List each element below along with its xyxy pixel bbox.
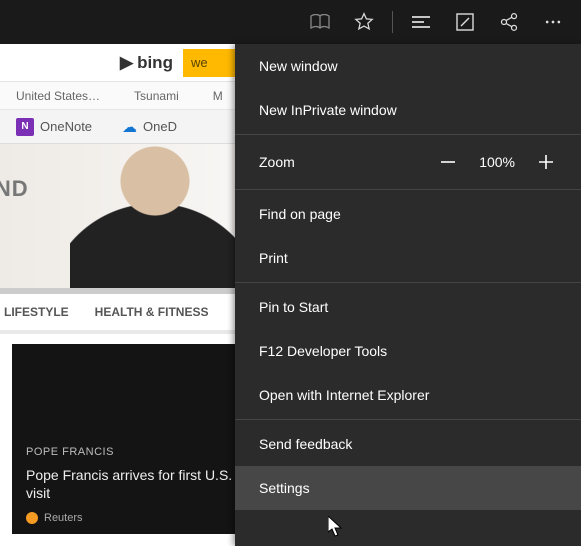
onenote-label: OneNote	[40, 119, 92, 134]
bing-label: bing	[137, 53, 173, 73]
reading-view-icon[interactable]	[300, 2, 340, 42]
hub-icon[interactable]	[401, 2, 441, 42]
hero-image	[70, 144, 240, 294]
zoom-value: 100%	[479, 154, 515, 170]
search-text: we	[191, 55, 208, 70]
favorite-star-icon[interactable]	[344, 2, 384, 42]
category-tab[interactable]: LIFESTYLE	[4, 305, 69, 319]
favorite-onedrive[interactable]: ☁ OneD	[122, 118, 177, 136]
zoom-in-button[interactable]	[535, 151, 557, 173]
browser-toolbar	[0, 0, 581, 44]
menu-zoom: Zoom 100%	[235, 137, 581, 187]
bing-icon: ▶	[120, 53, 133, 73]
menu-separator	[235, 282, 581, 283]
hero-tagline: TY AND	[0, 176, 29, 202]
menu-pin[interactable]: Pin to Start	[235, 285, 581, 329]
toolbar-separator	[392, 11, 393, 33]
source-label: Reuters	[44, 512, 83, 524]
menu-separator	[235, 134, 581, 135]
bing-logo[interactable]: ▶bing	[120, 53, 173, 73]
trending-item[interactable]: Tsunami	[134, 89, 179, 103]
menu-new-window[interactable]: New window	[235, 44, 581, 88]
menu-print[interactable]: Print	[235, 236, 581, 280]
story-source: Reuters	[26, 512, 234, 524]
zoom-label: Zoom	[259, 154, 295, 170]
share-icon[interactable]	[489, 2, 529, 42]
zoom-out-button[interactable]	[437, 151, 459, 173]
trending-item[interactable]: M	[213, 89, 223, 103]
story-kicker: POPE FRANCIS	[26, 446, 234, 458]
menu-new-inprivate[interactable]: New InPrivate window	[235, 88, 581, 132]
onedrive-label: OneD	[143, 119, 177, 134]
menu-devtools[interactable]: F12 Developer Tools	[235, 329, 581, 373]
menu-separator	[235, 419, 581, 420]
menu-find[interactable]: Find on page	[235, 192, 581, 236]
category-tab[interactable]: HEALTH & FITNESS	[95, 305, 209, 319]
reuters-icon	[26, 512, 38, 524]
onenote-icon: N	[16, 118, 34, 136]
trending-item[interactable]: United States…	[16, 89, 100, 103]
menu-feedback[interactable]: Send feedback	[235, 422, 581, 466]
story-headline: Pope Francis arrives for first U.S. visi…	[26, 466, 234, 502]
favorite-onenote[interactable]: N OneNote	[16, 118, 92, 136]
webnote-icon[interactable]	[445, 2, 485, 42]
menu-settings[interactable]: Settings	[235, 466, 581, 510]
menu-open-ie[interactable]: Open with Internet Explorer	[235, 373, 581, 417]
more-icon[interactable]	[533, 2, 573, 42]
menu-separator	[235, 189, 581, 190]
story-card[interactable]: POPE FRANCIS Pope Francis arrives for fi…	[12, 344, 248, 534]
more-menu: New window New InPrivate window Zoom 100…	[235, 44, 581, 546]
onedrive-icon: ☁	[122, 118, 137, 136]
